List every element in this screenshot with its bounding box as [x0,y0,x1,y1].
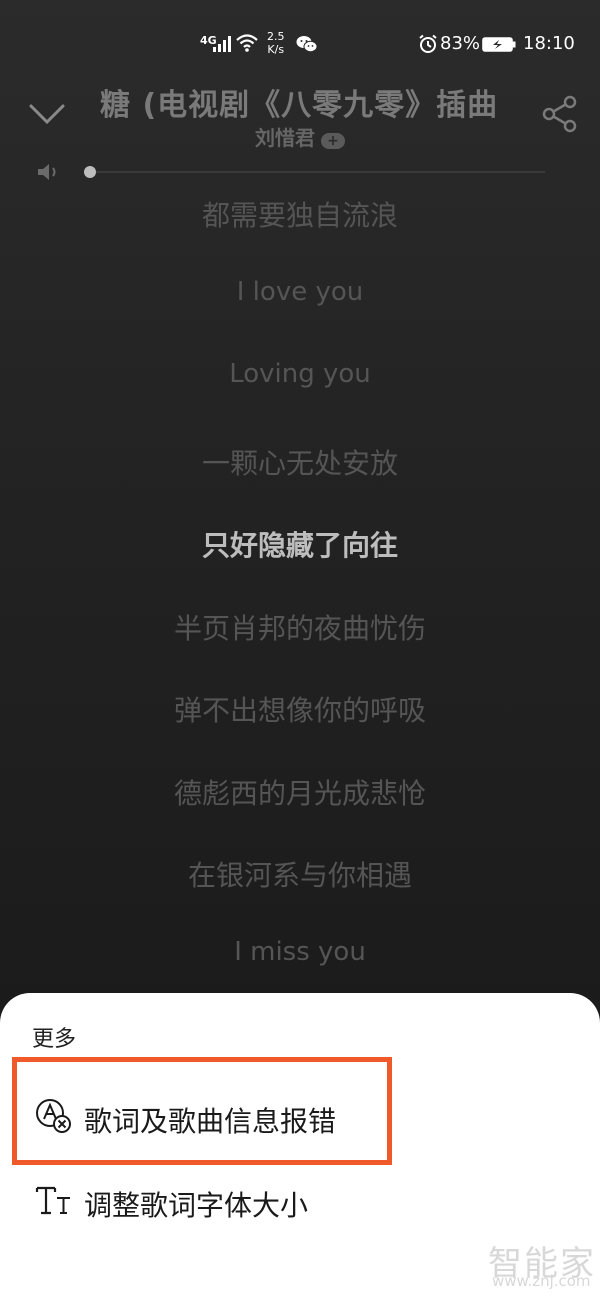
sheet-title: 更多 [32,1027,77,1052]
alarm-icon [419,34,437,53]
lyric-line-current[interactable]: 只好隐藏了向往 [0,524,600,564]
watermark-url: www.znj.com [492,1272,591,1290]
artist-row: 刘惜君 + [0,122,600,151]
speed-value: 2.5 [267,30,285,43]
artist-name[interactable]: 刘惜君 [255,126,315,150]
volume-icon [38,164,56,180]
highlight-annotation-box [12,1057,392,1165]
lyric-line[interactable]: 半页肖邦的夜曲忧伤 [0,607,600,647]
signal-icon [213,36,231,52]
lyric-line[interactable]: I miss you [0,937,600,967]
music-player-screen: 4G 2.5 K/s 83% 18:10 糖 (电视剧《八零九零》插曲 刘惜君 … [0,0,600,1300]
wifi-icon [236,34,258,52]
font-size-icon [35,1186,70,1215]
network-speed: 2.5 K/s [267,30,285,56]
lyric-line[interactable]: Loving you [0,359,600,389]
lyric-line[interactable]: 弹不出想像你的呼吸 [0,689,600,729]
adjust-lyrics-font-size-item[interactable]: 调整歌词字体大小 [0,1165,600,1235]
share-icon[interactable] [541,95,579,133]
status-bar: 4G 2.5 K/s 83% 18:10 [0,0,600,88]
song-title: 糖 (电视剧《八零九零》插曲 [100,88,499,123]
volume-slider-knob[interactable] [84,166,96,178]
lyric-line[interactable]: 德彪西的月光成悲怆 [0,772,600,812]
battery-percent: 83% [440,33,481,54]
wechat-icon [296,36,318,53]
lyric-line[interactable]: 都需要独自流浪 [0,194,600,234]
lyric-line[interactable]: I love you [0,277,600,307]
speed-unit: K/s [267,43,285,56]
battery-charging-icon [482,37,516,52]
lyric-line[interactable]: 在银河系与你相遇 [0,854,600,894]
clock: 18:10 [523,33,575,54]
lyric-line[interactable]: 一颗心无处安放 [0,442,600,482]
follow-artist-button[interactable]: + [321,132,345,149]
volume-slider-track[interactable] [90,171,545,173]
adjust-lyrics-font-size-label: 调整歌词字体大小 [84,1189,309,1222]
